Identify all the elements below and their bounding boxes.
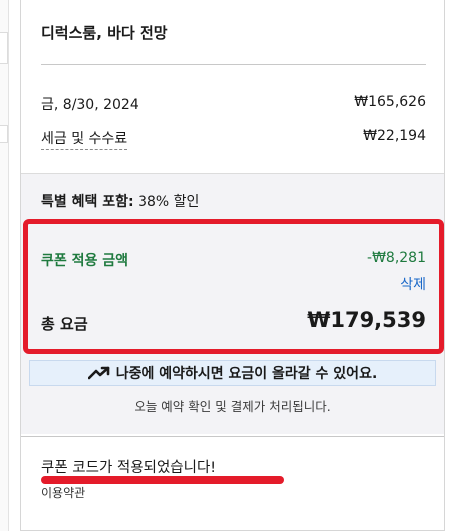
remove-coupon-link[interactable]: 삭제 <box>400 274 426 294</box>
price-increase-banner: 나중에 예약하시면 요금이 올라갈 수 있어요. <box>29 360 436 386</box>
price-summary-card: 디럭스룸, 바다 전망 금, 8/30, 2024 ₩165,626 세금 및 … <box>20 0 445 531</box>
special-offer: 특별 혜택 포함: 38% 할인 <box>41 191 199 211</box>
total-price: ₩179,539 <box>307 308 426 332</box>
coupon-applied-message: 쿠폰 코드가 적용되었습니다! <box>41 460 217 476</box>
left-panel-edge <box>0 0 9 531</box>
price-increase-text: 나중에 예약하시면 요금이 올라갈 수 있어요. <box>115 366 378 382</box>
divider <box>41 64 426 65</box>
terms-link[interactable]: 이용약관 <box>41 484 85 501</box>
room-title: 디럭스룸, 바다 전망 <box>41 24 168 42</box>
left-panel-tab <box>0 32 8 64</box>
trending-up-icon <box>87 366 110 380</box>
divider <box>21 436 444 437</box>
taxes-fees-value: ₩22,194 <box>363 128 426 144</box>
taxes-fees-link[interactable]: 세금 및 수수료 <box>41 131 128 150</box>
special-offer-text: 38% 할인 <box>138 194 200 210</box>
special-offer-prefix: 특별 혜택 포함: <box>41 194 134 210</box>
payment-note: 오늘 예약 확인 및 결제가 처리됩니다. <box>134 399 331 414</box>
highlight-underline <box>41 476 284 484</box>
date-label: 금, 8/30, 2024 <box>41 97 139 113</box>
taxes-fees-label[interactable]: 세금 및 수수료 <box>41 128 128 150</box>
left-panel-tab <box>0 125 8 143</box>
total-label: 총 요금 <box>41 315 88 333</box>
discount-section: 특별 혜택 포함: 38% 할인 쿠폰 적용 금액 -₩8,281 삭제 총 요… <box>21 173 444 434</box>
coupon-amount: -₩8,281 <box>367 250 426 266</box>
date-price: ₩165,626 <box>354 94 426 110</box>
coupon-label: 쿠폰 적용 금액 <box>41 253 129 269</box>
